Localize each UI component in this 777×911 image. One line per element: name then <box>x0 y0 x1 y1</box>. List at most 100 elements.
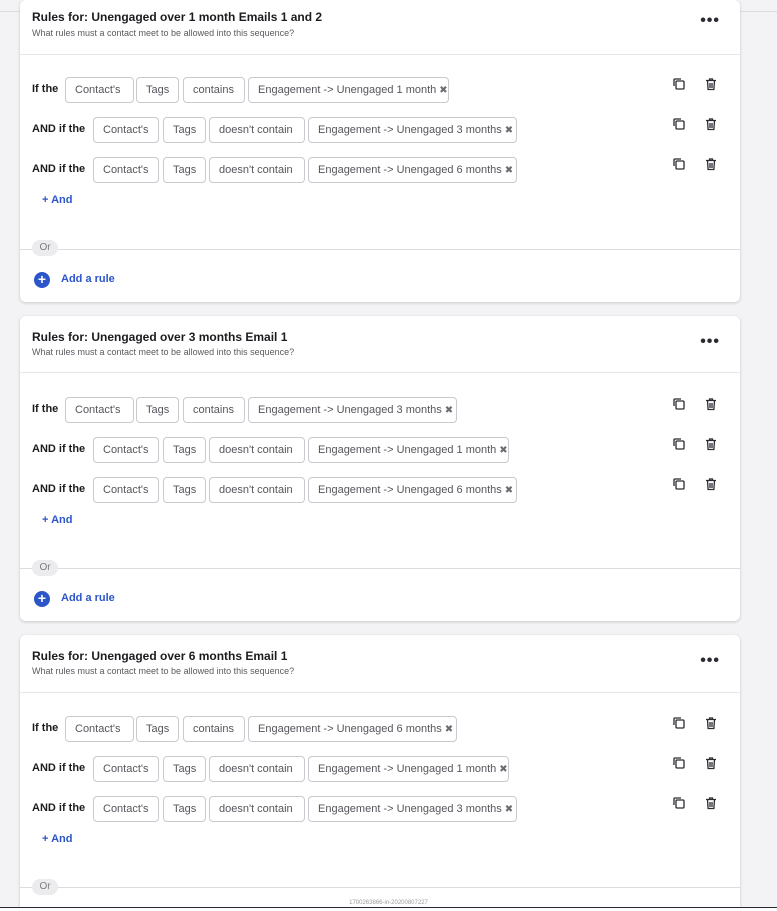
copy-icon[interactable] <box>672 397 686 411</box>
subject-select[interactable]: Contact's <box>93 477 159 503</box>
subject-select[interactable]: Contact's <box>65 397 134 423</box>
tag-value-label: Engagement -> Unengaged 3 months <box>318 803 502 815</box>
card-subtitle: What rules must a contact meet to be all… <box>32 28 295 38</box>
trash-icon[interactable] <box>704 477 718 491</box>
operator-select[interactable]: doesn't contain <box>209 157 305 183</box>
or-divider <box>20 568 740 569</box>
subject-select[interactable]: Contact's <box>93 437 159 463</box>
tag-value-chip[interactable]: Engagement -> Unengaged 3 months ✖ <box>308 796 517 822</box>
copy-icon[interactable] <box>672 437 686 451</box>
copy-icon[interactable] <box>672 716 686 730</box>
add-and-condition-link[interactable]: + And <box>42 194 72 206</box>
tag-value-chip[interactable]: Engagement -> Unengaged 3 months ✖ <box>248 397 457 423</box>
operator-select[interactable]: doesn't contain <box>209 117 305 143</box>
trash-icon[interactable] <box>704 157 718 171</box>
tag-value-chip[interactable]: Engagement -> Unengaged 6 months ✖ <box>308 157 517 183</box>
rule-row: If the Contact's Tags contains Engagemen… <box>20 397 740 425</box>
copy-icon[interactable] <box>672 756 686 770</box>
subject-select[interactable]: Contact's <box>93 157 159 183</box>
field-select[interactable]: Tags <box>163 157 206 183</box>
subject-select[interactable]: Contact's <box>93 117 159 143</box>
tag-value-chip[interactable]: Engagement -> Unengaged 1 month ✖ <box>248 77 449 103</box>
tag-value-label: Engagement -> Unengaged 3 months <box>258 404 442 416</box>
close-icon[interactable]: ✖ <box>505 485 513 496</box>
trash-icon[interactable] <box>704 756 718 770</box>
subject-select[interactable]: Contact's <box>65 77 134 103</box>
rule-lead-label: AND if the <box>32 123 86 135</box>
trash-icon[interactable] <box>704 77 718 91</box>
footer-caption: 1700263866-in-20200807227 <box>349 900 428 906</box>
or-badge: Or <box>32 240 58 256</box>
rule-lead-label: AND if the <box>32 483 86 495</box>
more-icon[interactable]: ••• <box>700 652 720 670</box>
more-icon[interactable]: ••• <box>700 333 720 351</box>
tag-value-chip[interactable]: Engagement -> Unengaged 1 month ✖ <box>308 756 509 782</box>
rule-lead-label: AND if the <box>32 802 86 814</box>
operator-select[interactable]: contains <box>183 397 245 423</box>
card-header: Rules for: Unengaged over 1 month Emails… <box>20 0 740 55</box>
field-select[interactable]: Tags <box>163 437 206 463</box>
copy-icon[interactable] <box>672 77 686 91</box>
field-select[interactable]: Tags <box>163 756 206 782</box>
more-icon[interactable]: ••• <box>700 12 720 30</box>
plus-circle-icon: + <box>34 591 50 607</box>
operator-select[interactable]: doesn't contain <box>209 796 305 822</box>
trash-icon[interactable] <box>704 716 718 730</box>
add-rule-label: Add a rule <box>61 273 115 285</box>
close-icon[interactable]: ✖ <box>505 165 513 176</box>
trash-icon[interactable] <box>704 437 718 451</box>
card-subtitle: What rules must a contact meet to be all… <box>32 347 295 357</box>
rule-card: Rules for: Unengaged over 1 month Emails… <box>20 0 740 302</box>
rule-card: Rules for: Unengaged over 6 months Email… <box>20 635 740 907</box>
tag-value-label: Engagement -> Unengaged 6 months <box>318 164 502 176</box>
close-icon[interactable]: ✖ <box>445 405 453 416</box>
tag-value-label: Engagement -> Unengaged 1 month <box>318 444 497 456</box>
tag-value-label: Engagement -> Unengaged 1 month <box>318 763 497 775</box>
field-select[interactable]: Tags <box>163 117 206 143</box>
rule-row: AND if the Contact's Tags doesn't contai… <box>20 157 740 185</box>
operator-select[interactable]: contains <box>183 77 245 103</box>
rule-lead-label: If the <box>32 83 59 95</box>
rule-row: AND if the Contact's Tags doesn't contai… <box>20 756 740 784</box>
field-select[interactable]: Tags <box>163 477 206 503</box>
or-divider <box>20 887 740 888</box>
card-subtitle: What rules must a contact meet to be all… <box>32 666 295 676</box>
operator-select[interactable]: doesn't contain <box>209 477 305 503</box>
close-icon[interactable]: ✖ <box>505 125 513 136</box>
tag-value-chip[interactable]: Engagement -> Unengaged 6 months ✖ <box>308 477 517 503</box>
tag-value-label: Engagement -> Unengaged 6 months <box>318 484 502 496</box>
add-and-condition-link[interactable]: + And <box>42 514 72 526</box>
tag-value-label: Engagement -> Unengaged 1 month <box>258 84 437 96</box>
rule-row: AND if the Contact's Tags doesn't contai… <box>20 437 740 465</box>
operator-select[interactable]: contains <box>183 716 245 742</box>
close-icon[interactable]: ✖ <box>445 724 453 735</box>
close-icon[interactable]: ✖ <box>499 445 507 456</box>
copy-icon[interactable] <box>672 117 686 131</box>
field-select[interactable]: Tags <box>163 796 206 822</box>
card-title: Rules for: Unengaged over 6 months Email… <box>32 649 288 663</box>
copy-icon[interactable] <box>672 796 686 810</box>
close-icon[interactable]: ✖ <box>499 764 507 775</box>
trash-icon[interactable] <box>704 397 718 411</box>
subject-select[interactable]: Contact's <box>93 796 159 822</box>
tag-value-chip[interactable]: Engagement -> Unengaged 1 month ✖ <box>308 437 509 463</box>
field-select[interactable]: Tags <box>136 397 179 423</box>
trash-icon[interactable] <box>704 796 718 810</box>
operator-select[interactable]: doesn't contain <box>209 437 305 463</box>
add-and-condition-link[interactable]: + And <box>42 833 72 845</box>
close-icon[interactable]: ✖ <box>505 804 513 815</box>
rule-lead-label: If the <box>32 403 59 415</box>
field-select[interactable]: Tags <box>136 716 179 742</box>
add-rule-label: Add a rule <box>61 592 115 604</box>
tag-value-chip[interactable]: Engagement -> Unengaged 3 months ✖ <box>308 117 517 143</box>
tag-value-chip[interactable]: Engagement -> Unengaged 6 months ✖ <box>248 716 457 742</box>
subject-select[interactable]: Contact's <box>93 756 159 782</box>
card-header: Rules for: Unengaged over 6 months Email… <box>20 635 740 693</box>
close-icon[interactable]: ✖ <box>439 85 447 96</box>
copy-icon[interactable] <box>672 157 686 171</box>
copy-icon[interactable] <box>672 477 686 491</box>
subject-select[interactable]: Contact's <box>65 716 134 742</box>
field-select[interactable]: Tags <box>136 77 179 103</box>
trash-icon[interactable] <box>704 117 718 131</box>
operator-select[interactable]: doesn't contain <box>209 756 305 782</box>
